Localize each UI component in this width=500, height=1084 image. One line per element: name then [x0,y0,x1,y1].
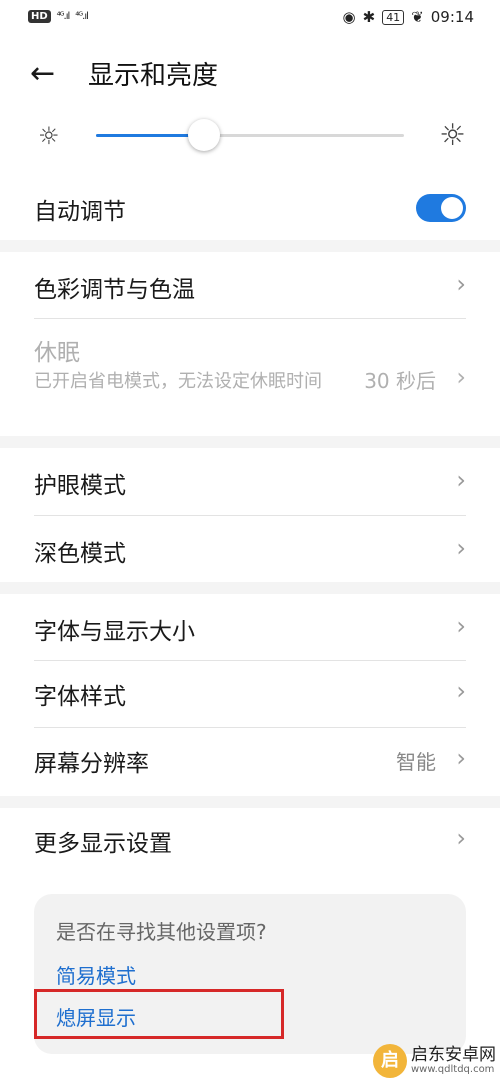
font-style-label: 字体样式 [34,684,126,710]
resolution-row[interactable]: 屏幕分辨率 智能 › [0,728,500,794]
sleep-subtitle: 已开启省电模式，无法设定休眠时间 [34,371,322,392]
chevron-right-icon: › [456,824,466,852]
sleep-row: 休眠 已开启省电模式，无法设定休眠时间 30 秒后 › [0,319,500,434]
dark-mode-label: 深色模式 [34,541,126,567]
suggestion-question: 是否在寻找其他设置项? [56,920,267,944]
sleep-value: 30 秒后 [364,369,436,393]
section-gap [0,240,500,252]
font-size-row[interactable]: 字体与显示大小 › [0,594,500,660]
watermark-logo: 启 [373,1044,407,1078]
simple-mode-link[interactable]: 简易模式 [56,960,136,989]
sun-small-icon: ☼ [38,122,60,150]
chevron-right-icon: › [456,270,466,298]
brightness-slider[interactable] [96,119,404,151]
watermark: 启 启东安卓网 www.qdltdq.com [373,1044,496,1078]
more-display-label: 更多显示设置 [34,831,172,857]
brightness-knob[interactable] [187,119,220,151]
sun-large-icon: ☼ [439,118,466,153]
leaf-icon: ❦ [411,8,424,26]
auto-adjust-label: 自动调节 [34,199,126,225]
eye-icon: ◉ [342,8,356,26]
bluetooth-icon: ✱ [362,8,376,26]
resolution-label: 屏幕分辨率 [34,751,149,777]
chevron-right-icon: › [456,677,466,705]
chevron-right-icon: › [456,466,466,494]
watermark-url: www.qdltdq.com [411,1064,495,1075]
auto-adjust-toggle[interactable] [416,194,466,222]
resolution-value: 智能 [396,750,436,774]
eye-mode-row[interactable]: 护眼模式 › [0,448,500,514]
section-gap [0,436,500,448]
clock: 09:14 [430,8,474,26]
hd-badge: HD [28,10,51,23]
watermark-name: 启东安卓网 [411,1045,496,1065]
font-size-label: 字体与显示大小 [34,619,195,645]
section-gap [0,796,500,808]
sleep-title: 休眠 [34,340,80,366]
page-title: 显示和亮度 [88,61,219,91]
eye-mode-label: 护眼模式 [34,473,126,499]
brightness-slider-row: ☼ ☼ [0,112,500,160]
chevron-right-icon: › [456,534,466,562]
font-style-row[interactable]: 字体样式 › [0,661,500,727]
chevron-right-icon: › [456,363,466,391]
status-bar: HD ⁴ᴳ.ıl ⁴ᴳ.ıl ◉ ✱ 41 ❦ 09:14 [0,0,500,36]
header: ← 显示和亮度 [0,48,500,104]
chevron-right-icon: › [456,744,466,772]
chevron-right-icon: › [456,612,466,640]
color-temp-row[interactable]: 色彩调节与色温 › [0,252,500,318]
toggle-knob [441,197,463,219]
highlight-box [34,989,284,1039]
more-display-row[interactable]: 更多显示设置 › [0,808,500,874]
section-gap [0,582,500,594]
signal-icon-1: ⁴ᴳ.ıl [56,11,71,22]
dark-mode-row[interactable]: 深色模式 › [0,516,500,582]
back-arrow-icon[interactable]: ← [30,54,55,94]
signal-icon-2: ⁴ᴳ.ıl [75,11,89,22]
battery-icon: 41 [382,9,405,25]
color-temp-label: 色彩调节与色温 [34,277,195,303]
